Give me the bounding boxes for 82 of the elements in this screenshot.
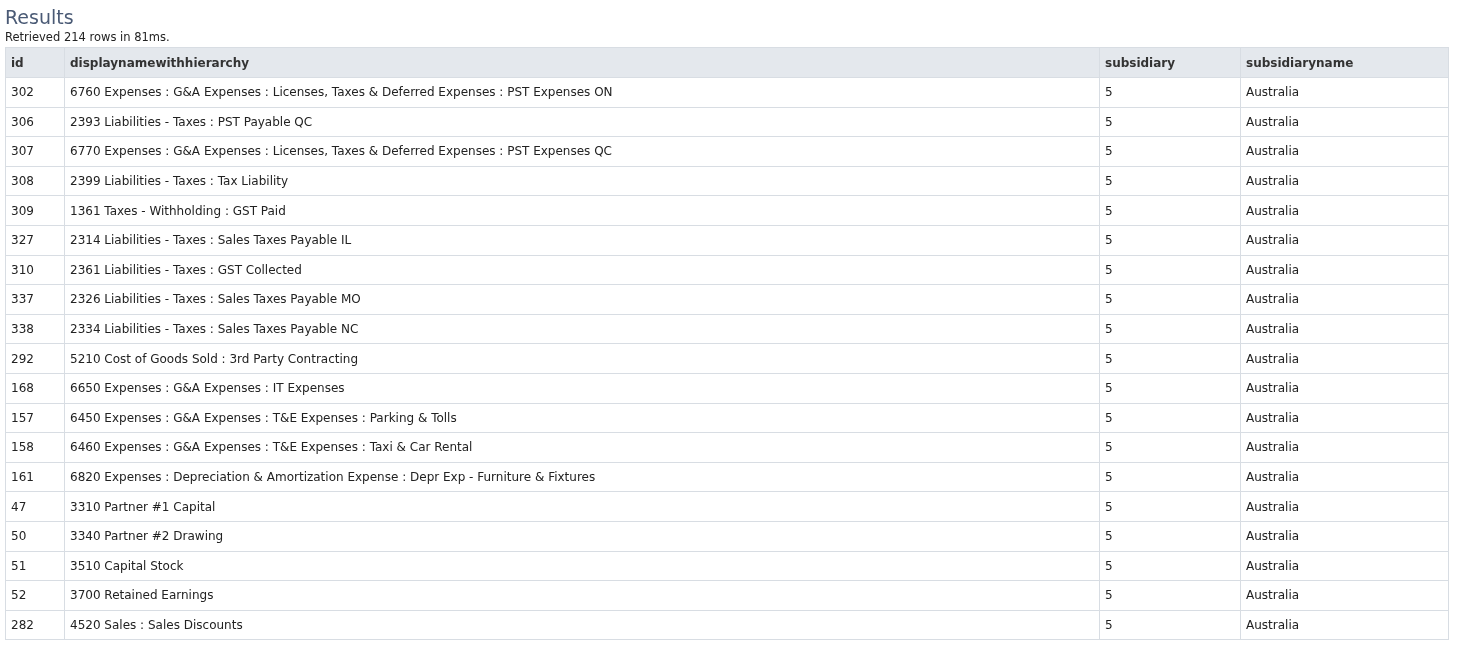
column-header: displaynamewithhierarchy [64, 47, 1100, 78]
table-cell: 5 [1099, 610, 1241, 640]
table-cell: 5 [1099, 195, 1241, 226]
table-cell: 6760 Expenses : G&A Expenses : Licenses, Taxes & Deferred Expenses : PST Expenses ON [64, 77, 1100, 108]
table-cell: 161 [5, 462, 65, 492]
table-cell: 309 [5, 195, 65, 226]
table-cell: Australia [1240, 107, 1449, 137]
table-cell: 5 [1099, 314, 1241, 344]
table-cell: 6770 Expenses : G&A Expenses : Licenses, Taxes & Deferred Expenses : PST Expenses QC [64, 136, 1100, 167]
table-cell: 157 [5, 403, 65, 433]
column-header: subsidiary [1099, 47, 1241, 78]
table-cell: 6650 Expenses : G&A Expenses : IT Expenses [64, 373, 1100, 404]
table-cell: 5 [1099, 403, 1241, 433]
column-header: id [5, 47, 65, 78]
table-cell: 5 [1099, 343, 1241, 374]
table-cell: 5 [1099, 136, 1241, 167]
results-title: Results [5, 5, 75, 29]
table-cell: 5 [1099, 521, 1241, 551]
table-cell: 2399 Liabilities - Taxes : Tax Liability [64, 166, 1100, 196]
table-cell: 50 [5, 521, 65, 551]
table-cell: Australia [1240, 284, 1449, 315]
table-cell: 3340 Partner #2 Drawing [64, 521, 1100, 551]
table-cell: 5 [1099, 77, 1241, 108]
table-cell: 308 [5, 166, 65, 196]
table-cell: Australia [1240, 255, 1449, 285]
table-cell: 51 [5, 551, 65, 581]
table-cell: Australia [1240, 521, 1449, 551]
table-cell: 307 [5, 136, 65, 167]
table-cell: 5210 Cost of Goods Sold : 3rd Party Contracting [64, 343, 1100, 374]
table-cell: 327 [5, 225, 65, 256]
table-cell: 5 [1099, 373, 1241, 404]
table-cell: Australia [1240, 225, 1449, 256]
table-cell: 5 [1099, 462, 1241, 492]
table-cell: Australia [1240, 551, 1449, 581]
table-cell: 6460 Expenses : G&A Expenses : T&E Expenses : Taxi & Car Rental [64, 432, 1100, 463]
table-cell: Australia [1240, 403, 1449, 433]
table-cell: 1361 Taxes - Withholding : GST Paid [64, 195, 1100, 226]
table-cell: Australia [1240, 166, 1449, 196]
table-cell: 282 [5, 610, 65, 640]
results-summary: Retrieved 214 rows in 81ms. [5, 30, 171, 44]
table-cell: 5 [1099, 225, 1241, 256]
table-cell: 2361 Liabilities - Taxes : GST Collected [64, 255, 1100, 285]
table-cell: 5 [1099, 580, 1241, 611]
table-cell: 5 [1099, 166, 1241, 196]
table-cell: Australia [1240, 432, 1449, 463]
table-cell: Australia [1240, 610, 1449, 640]
table-cell: 310 [5, 255, 65, 285]
table-cell: 52 [5, 580, 65, 611]
table-cell: 3310 Partner #1 Capital [64, 491, 1100, 522]
table-cell: 302 [5, 77, 65, 108]
table-cell: Australia [1240, 343, 1449, 374]
table-cell: 6820 Expenses : Depreciation & Amortization Expense : Depr Exp - Furniture & Fixtures [64, 462, 1100, 492]
table-cell: 5 [1099, 551, 1241, 581]
table-cell: 47 [5, 491, 65, 522]
table-cell: Australia [1240, 77, 1449, 108]
table-cell: 2326 Liabilities - Taxes : Sales Taxes Payable MO [64, 284, 1100, 315]
table-cell: 5 [1099, 107, 1241, 137]
table-cell: 5 [1099, 284, 1241, 315]
table-cell: 4520 Sales : Sales Discounts [64, 610, 1100, 640]
table-cell: 5 [1099, 491, 1241, 522]
table-cell: 338 [5, 314, 65, 344]
table-cell: Australia [1240, 580, 1449, 611]
table-cell: Australia [1240, 136, 1449, 167]
table-cell: 5 [1099, 255, 1241, 285]
table-cell: 2393 Liabilities - Taxes : PST Payable QC [64, 107, 1100, 137]
table-cell: 306 [5, 107, 65, 137]
table-cell: 158 [5, 432, 65, 463]
table-cell: 3700 Retained Earnings [64, 580, 1100, 611]
table-cell: Australia [1240, 462, 1449, 492]
table-cell: Australia [1240, 373, 1449, 404]
table-cell: Australia [1240, 314, 1449, 344]
table-cell: 5 [1099, 432, 1241, 463]
table-cell: 168 [5, 373, 65, 404]
table-cell: 2314 Liabilities - Taxes : Sales Taxes Payable IL [64, 225, 1100, 256]
table-cell: 292 [5, 343, 65, 374]
table-cell: Australia [1240, 195, 1449, 226]
column-header: subsidiaryname [1240, 47, 1449, 78]
table-cell: 6450 Expenses : G&A Expenses : T&E Expenses : Parking & Tolls [64, 403, 1100, 433]
table-cell: 337 [5, 284, 65, 315]
table-cell: Australia [1240, 491, 1449, 522]
table-cell: 2334 Liabilities - Taxes : Sales Taxes Payable NC [64, 314, 1100, 344]
table-cell: 3510 Capital Stock [64, 551, 1100, 581]
